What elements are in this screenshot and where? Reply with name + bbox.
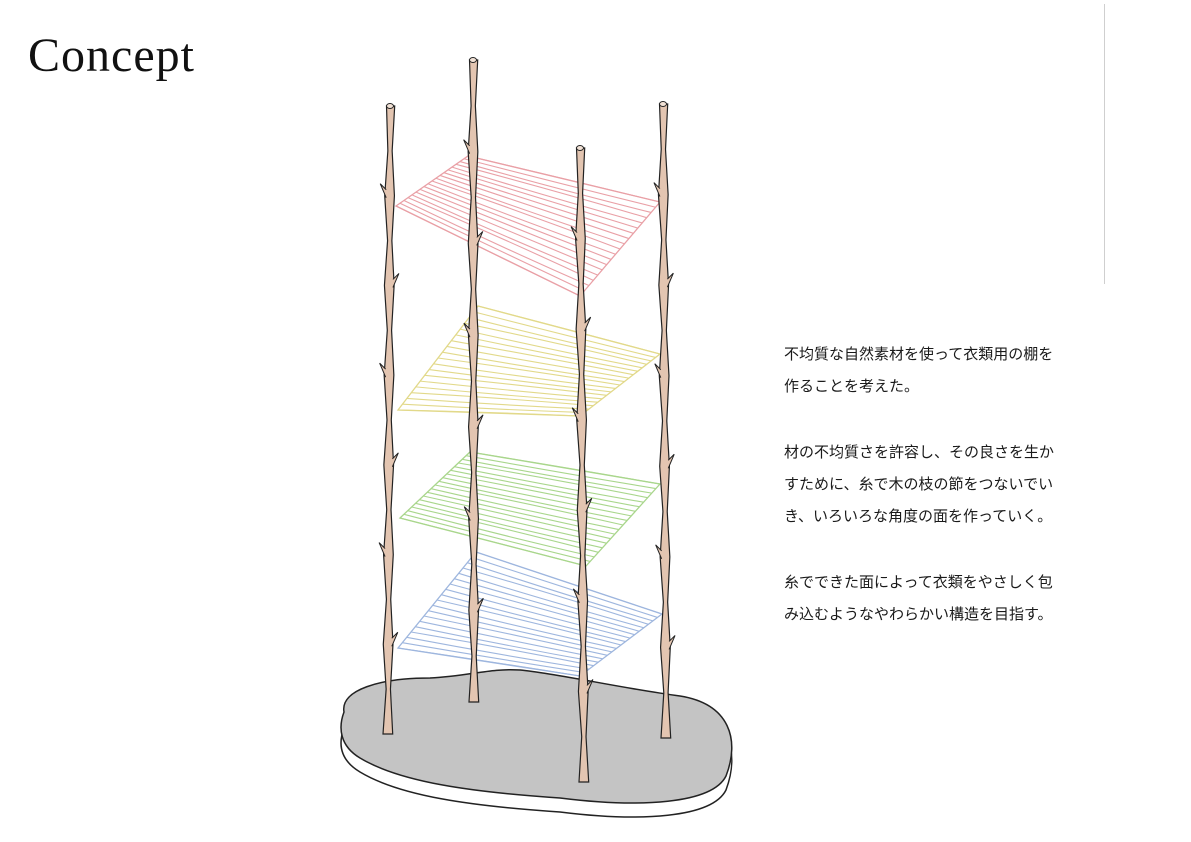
shelf-illustration [340, 57, 733, 818]
text-line: 不均質な自然素材を使って衣類用の棚を [784, 345, 1054, 363]
thread-shelf [394, 155, 662, 297]
shelf-outline [396, 551, 664, 677]
branch-post [653, 101, 676, 739]
thread-line [473, 311, 656, 358]
text-line: き、いろいろな角度の面を作っていく。 [784, 507, 1053, 525]
branch-body [657, 103, 672, 739]
thread-line [403, 513, 591, 562]
thread-line [403, 199, 590, 287]
shelf-outline [394, 155, 662, 297]
text-line: 糸でできた面によって衣類をやさしく包 [784, 573, 1053, 591]
base-slab [340, 668, 733, 818]
thread-line [407, 197, 594, 281]
text-line: すために、糸で木の枝の節をつないでい [784, 475, 1054, 493]
branch-cap [576, 145, 584, 151]
thread-line [462, 567, 649, 625]
thread-line [468, 317, 652, 362]
thread-line [402, 642, 585, 674]
thread-shelf [396, 551, 664, 677]
paragraph-3: 糸でできた面によって衣類をやさしく包 み込むようなやわらかい構造を目指す。 [784, 566, 1124, 630]
thread-line [460, 328, 643, 369]
paragraph-1: 不均質な自然素材を使って衣類用の棚を 作ることを考えた。 [784, 338, 1124, 402]
text-line: 材の不均質さを許容し、その良さを生か [784, 443, 1055, 461]
branch-post [378, 103, 400, 735]
page-title: Concept [28, 29, 195, 82]
paragraph-2: 材の不均質さを許容し、その良さを生か すために、糸で木の枝の節をつないでい き、… [784, 436, 1124, 532]
branch-cap [659, 101, 667, 107]
branch-cap [386, 103, 394, 109]
thread-line [458, 462, 648, 499]
text-line: 作ることを考えた。 [784, 377, 920, 395]
thread-shelf [396, 305, 662, 417]
thread-line [419, 620, 603, 660]
concept-description: 不均質な自然素材を使って衣類用の棚を 作ることを考えた。 材の不均質さを許容し、… [784, 338, 1124, 664]
branch-cap [469, 57, 477, 63]
thread-line [399, 202, 585, 292]
edge-divider [1104, 4, 1105, 284]
text-line: み込むようなやわらかい構造を目指す。 [784, 605, 1053, 623]
thread-shelf [398, 451, 662, 567]
thread-line [471, 556, 658, 618]
thread-line [467, 562, 654, 622]
thread-line [454, 466, 644, 503]
